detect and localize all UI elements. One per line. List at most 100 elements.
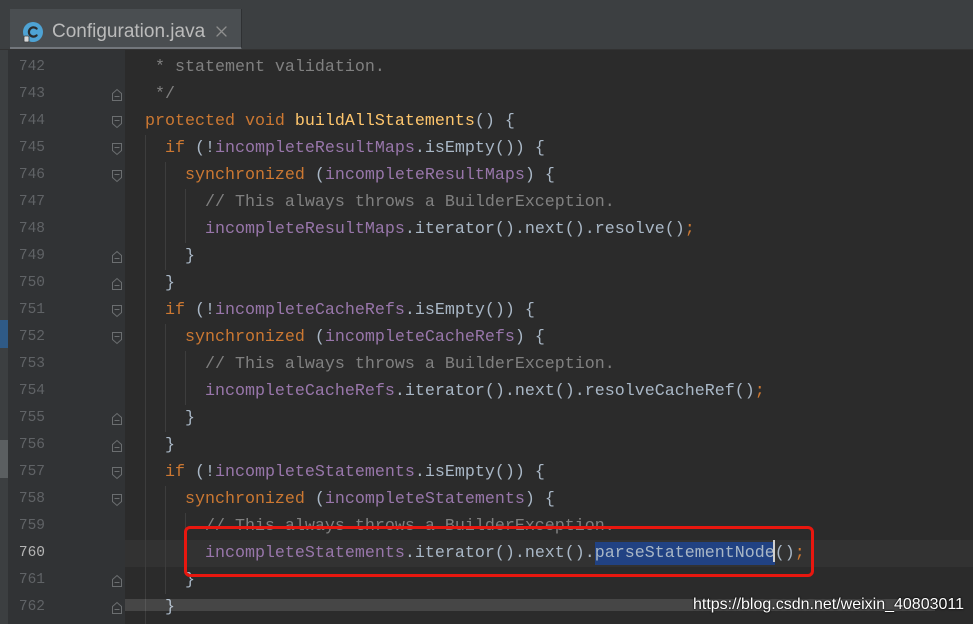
- fold-end-icon[interactable]: [111, 250, 123, 264]
- code-line[interactable]: }: [125, 270, 973, 297]
- red-highlight-box: [184, 526, 814, 577]
- gutter-row[interactable]: 758: [8, 486, 125, 513]
- code-token: (: [314, 166, 325, 185]
- code-token: if: [125, 301, 195, 320]
- ide-editor-window: Configuration.java 742 743 744 745 746 747 748…: [0, 0, 973, 624]
- code-token: .isEmpty()) {: [404, 301, 535, 320]
- gutter-row[interactable]: 753: [8, 351, 125, 378]
- fold-end-icon[interactable]: [111, 574, 123, 588]
- gutter-row[interactable]: 754: [8, 378, 125, 405]
- fold-start-icon[interactable]: [111, 304, 123, 318]
- fold-start-icon[interactable]: [111, 115, 123, 129]
- code-line[interactable]: if (!incompleteStatements.isEmpty()) {: [125, 459, 973, 486]
- code-token: }: [125, 409, 195, 428]
- fold-end-icon[interactable]: [111, 88, 123, 102]
- close-icon[interactable]: [215, 25, 228, 38]
- code-token: .isEmpty()) {: [414, 463, 545, 482]
- code-line[interactable]: // This always throws a BuilderException…: [125, 351, 973, 378]
- code-line[interactable]: */: [125, 81, 973, 108]
- line-number: 761: [18, 572, 45, 588]
- gutter-row[interactable]: 749: [8, 243, 125, 270]
- java-class-icon: [22, 21, 44, 43]
- code-token: incompleteResultMaps: [125, 220, 405, 239]
- code-token: if: [125, 139, 195, 158]
- code-line[interactable]: * statement validation.: [125, 54, 973, 81]
- tab-configuration-java[interactable]: Configuration.java: [10, 9, 242, 50]
- code-line[interactable]: if (!incompleteCacheRefs.isEmpty()) {: [125, 297, 973, 324]
- gutter-row[interactable]: 743: [8, 81, 125, 108]
- gutter-row[interactable]: 750: [8, 270, 125, 297]
- code-token: incompleteResultMaps: [324, 166, 525, 185]
- fold-start-icon[interactable]: [111, 493, 123, 507]
- code-token: synchronized: [125, 328, 315, 347]
- line-number: 747: [18, 194, 45, 210]
- tool-window-scrollbar-edge[interactable]: [0, 440, 8, 478]
- code-token: */: [125, 85, 175, 104]
- line-number: 749: [18, 248, 45, 264]
- gutter-row[interactable]: 747: [8, 189, 125, 216]
- fold-end-icon[interactable]: [111, 439, 123, 453]
- code-token: ) {: [524, 490, 555, 509]
- gutter-row[interactable]: 751: [8, 297, 125, 324]
- code-token: }: [125, 274, 175, 293]
- code-token: protected void: [125, 112, 295, 131]
- gutter-row[interactable]: 752: [8, 324, 125, 351]
- code-token: // This always throws a BuilderException…: [125, 193, 615, 212]
- fold-start-icon[interactable]: [111, 466, 123, 480]
- fold-start-icon[interactable]: [111, 331, 123, 345]
- code-token: ) {: [524, 166, 555, 185]
- code-token: incompleteStatements: [324, 490, 525, 509]
- code-token: .iterator().next().resolve(): [404, 220, 685, 239]
- code-token: incompleteStatements: [214, 463, 415, 482]
- code-line[interactable]: }: [125, 405, 973, 432]
- code-line[interactable]: synchronized (incompleteStatements) {: [125, 486, 973, 513]
- gutter-row[interactable]: 756: [8, 432, 125, 459]
- tool-window-edge: [0, 50, 8, 624]
- gutter-row[interactable]: 755: [8, 405, 125, 432]
- line-number: 760: [18, 545, 45, 561]
- line-number: 750: [18, 275, 45, 291]
- code-line[interactable]: synchronized (incompleteCacheRefs) {: [125, 324, 973, 351]
- code-line[interactable]: incompleteResultMaps.iterator().next().r…: [125, 216, 973, 243]
- code-token: synchronized: [125, 490, 315, 509]
- code-token: // This always throws a BuilderException…: [125, 355, 615, 374]
- code-token: (!: [194, 463, 215, 482]
- gutter-row[interactable]: 742: [8, 54, 125, 81]
- gutter-row[interactable]: 759: [8, 513, 125, 540]
- line-number-gutter[interactable]: 742 743 744 745 746 747 748 749 750 751 752 753 754 7…: [8, 50, 125, 624]
- code-line[interactable]: if (!incompleteResultMaps.isEmpty()) {: [125, 135, 973, 162]
- watermark-url: https://blog.csdn.net/weixin_40803011: [692, 596, 964, 613]
- code-token: incompleteResultMaps: [214, 139, 415, 158]
- gutter-row[interactable]: 744: [8, 108, 125, 135]
- fold-start-icon[interactable]: [111, 142, 123, 156]
- code-line[interactable]: // This always throws a BuilderException…: [125, 189, 973, 216]
- line-number: 751: [18, 302, 45, 318]
- gutter-row[interactable]: 748: [8, 216, 125, 243]
- code-token: if: [125, 463, 195, 482]
- code-line[interactable]: }: [125, 432, 973, 459]
- code-line[interactable]: }: [125, 243, 973, 270]
- fold-start-icon[interactable]: [111, 169, 123, 183]
- code-token: incompleteCacheRefs: [214, 301, 405, 320]
- tab-label: Configuration.java: [52, 20, 206, 42]
- gutter-row[interactable]: 746: [8, 162, 125, 189]
- code-line[interactable]: synchronized (incompleteResultMaps) {: [125, 162, 973, 189]
- line-number: 748: [18, 221, 45, 237]
- fold-end-icon[interactable]: [111, 412, 123, 426]
- line-number: 746: [18, 167, 45, 183]
- line-number: 756: [18, 437, 45, 453]
- code-token: (: [314, 328, 325, 347]
- gutter-row[interactable]: 762: [8, 594, 125, 621]
- gutter-row[interactable]: 761: [8, 567, 125, 594]
- fold-end-icon[interactable]: [111, 277, 123, 291]
- code-token: (: [314, 490, 325, 509]
- fold-end-icon[interactable]: [111, 601, 123, 615]
- code-line[interactable]: incompleteCacheRefs.iterator().next().re…: [125, 378, 973, 405]
- line-number: 762: [18, 599, 45, 615]
- line-number: 744: [18, 113, 45, 129]
- code-line[interactable]: protected void buildAllStatements() {: [125, 108, 973, 135]
- gutter-row-current[interactable]: 760: [8, 540, 125, 567]
- gutter-row[interactable]: 757: [8, 459, 125, 486]
- gutter-row[interactable]: 745: [8, 135, 125, 162]
- code-token: (!: [194, 139, 215, 158]
